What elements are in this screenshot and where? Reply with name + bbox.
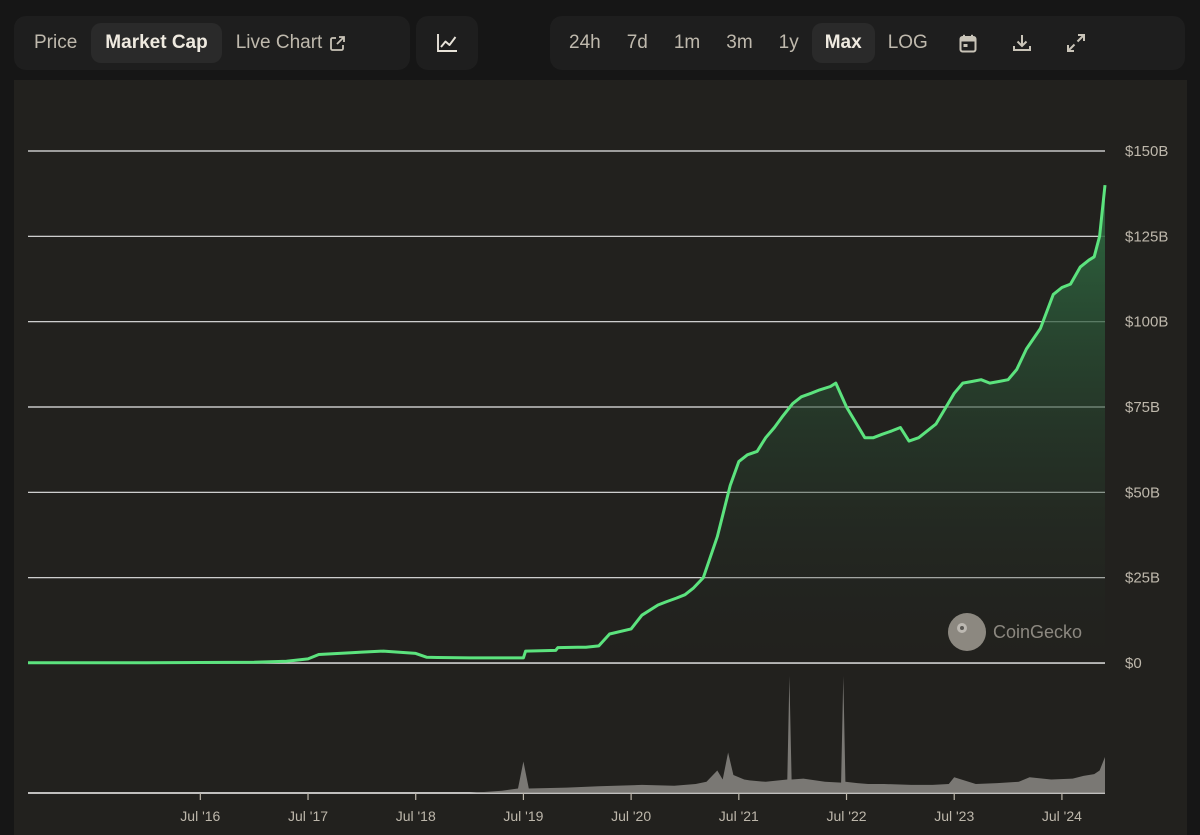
y-tick-label: $50B bbox=[1125, 484, 1160, 501]
tab-price[interactable]: Price bbox=[20, 23, 91, 63]
line-chart-icon bbox=[436, 33, 458, 53]
download-icon bbox=[1012, 33, 1032, 53]
x-tick-label: Jul '17 bbox=[288, 808, 328, 824]
fullscreen-icon bbox=[1066, 33, 1086, 53]
log-scale-button[interactable]: LOG bbox=[875, 23, 941, 63]
gecko-logo-icon bbox=[948, 613, 986, 651]
x-tick-label: Jul '19 bbox=[503, 808, 543, 824]
y-tick-label: $25B bbox=[1125, 570, 1160, 587]
range-24h-button[interactable]: 24h bbox=[556, 23, 614, 63]
tab-live-chart-label: Live Chart bbox=[235, 32, 323, 53]
line-chart-button[interactable] bbox=[426, 23, 468, 63]
y-tick-label: $0 bbox=[1125, 655, 1142, 672]
calendar-button[interactable] bbox=[941, 23, 995, 63]
x-tick-label: Jul '21 bbox=[719, 808, 759, 824]
calendar-icon bbox=[959, 34, 977, 53]
chart-type-group bbox=[416, 16, 478, 70]
range-max-button[interactable]: Max bbox=[811, 23, 875, 63]
y-tick-label: $100B bbox=[1125, 314, 1168, 331]
watermark-text: CoinGecko bbox=[993, 622, 1082, 642]
x-tick-label: Jul '23 bbox=[934, 808, 974, 824]
tab-live-chart[interactable]: Live Chart bbox=[222, 23, 361, 63]
tab-market-cap[interactable]: Market Cap bbox=[91, 23, 222, 63]
x-tick-label: Jul '16 bbox=[180, 808, 220, 824]
market-cap-chart[interactable]: $0 $25B $50B $75B $100B $125B $150B Jul '16 Jul… bbox=[14, 80, 1187, 835]
fullscreen-button[interactable] bbox=[1049, 23, 1103, 63]
y-tick-label: $75B bbox=[1125, 399, 1160, 416]
download-button[interactable] bbox=[995, 23, 1049, 63]
range-1m-button[interactable]: 1m bbox=[661, 23, 713, 63]
y-tick-label: $125B bbox=[1125, 228, 1168, 245]
x-tick-label: Jul '20 bbox=[611, 808, 651, 824]
range-7d-button[interactable]: 7d bbox=[614, 23, 661, 63]
range-1y-button[interactable]: 1y bbox=[766, 23, 812, 63]
x-tick-label: Jul '18 bbox=[396, 808, 436, 824]
external-link-icon bbox=[329, 35, 346, 52]
x-tick-label: Jul '24 bbox=[1042, 808, 1082, 824]
metric-tab-group: Price Market Cap Live Chart bbox=[14, 16, 410, 70]
range-3m-button[interactable]: 3m bbox=[713, 23, 765, 63]
market-cap-area bbox=[28, 185, 1105, 663]
range-group: 24h 7d 1m 3m 1y Max LOG bbox=[550, 16, 1185, 70]
x-tick-label: Jul '22 bbox=[827, 808, 867, 824]
chart-panel[interactable]: $0 $25B $50B $75B $100B $125B $150B Jul '16 Jul… bbox=[14, 80, 1187, 835]
y-tick-label: $150B bbox=[1125, 143, 1168, 160]
volume-area bbox=[28, 676, 1105, 793]
